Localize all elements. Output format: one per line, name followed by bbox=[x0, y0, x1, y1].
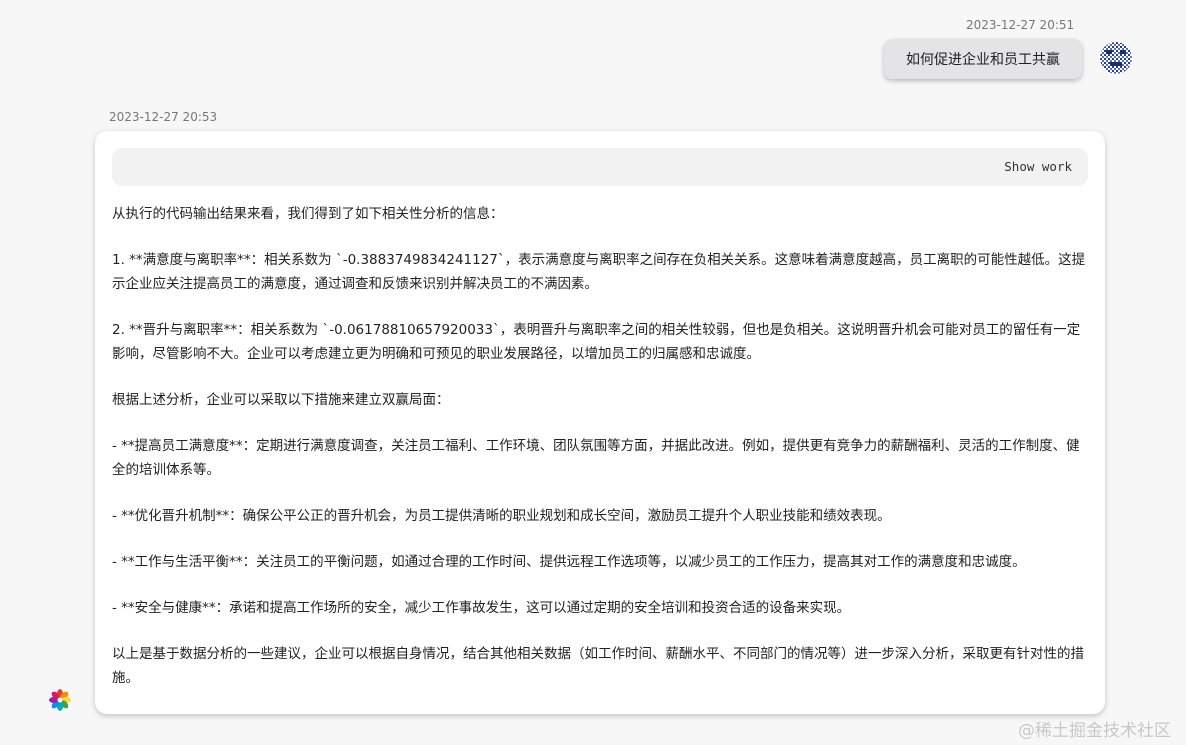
message-paragraph: 从执行的代码输出结果来看，我们得到了如下相关性分析的信息： bbox=[112, 206, 504, 222]
user-message-bubble: 如何促进企业和员工共赢 bbox=[884, 39, 1082, 79]
message-paragraph: - **优化晋升机制**：确保公平公正的晋升机会，为员工提供清晰的职业规划和成长… bbox=[112, 508, 891, 524]
message-paragraph: 根据上述分析，企业可以采取以下措施来建立双赢局面： bbox=[112, 392, 450, 408]
user-avatar-icon[interactable] bbox=[1100, 42, 1132, 74]
show-work-toggle[interactable]: Show work bbox=[112, 148, 1088, 186]
bot-message-card: Show work 从执行的代码输出结果来看，我们得到了如下相关性分析的信息： … bbox=[95, 131, 1105, 714]
bot-message-body: 从执行的代码输出结果来看，我们得到了如下相关性分析的信息： 1. **满意度与离… bbox=[112, 202, 1087, 712]
message-paragraph: - **提高员工满意度**：定期进行满意度调查，关注员工福利、工作环境、团队氛围… bbox=[112, 438, 1080, 478]
watermark: @稀土掘金技术社区 bbox=[1018, 721, 1171, 741]
bot-avatar-icon bbox=[48, 688, 72, 712]
message-paragraph: - **工作与生活平衡**：关注员工的平衡问题，如通过合理的工作时间、提供远程工… bbox=[112, 554, 1026, 570]
show-work-label: Show work bbox=[1004, 159, 1072, 174]
user-message-text: 如何促进企业和员工共赢 bbox=[906, 52, 1060, 68]
message-paragraph: - **安全与健康**：承诺和提高工作场所的安全，减少工作事故发生，这可以通过定… bbox=[112, 600, 851, 616]
message-paragraph: 以上是基于数据分析的一些建议，企业可以根据自身情况，结合其他相关数据（如工作时间… bbox=[112, 646, 1084, 686]
user-message-timestamp: 2023-12-27 20:51 bbox=[966, 18, 1075, 32]
bot-message-timestamp: 2023-12-27 20:53 bbox=[109, 110, 218, 124]
message-paragraph: 2. **晋升与离职率**：相关系数为 `-0.0617881065792003… bbox=[112, 322, 1081, 362]
message-paragraph: 1. **满意度与离职率**：相关系数为 `-0.388374983424112… bbox=[112, 252, 1086, 292]
